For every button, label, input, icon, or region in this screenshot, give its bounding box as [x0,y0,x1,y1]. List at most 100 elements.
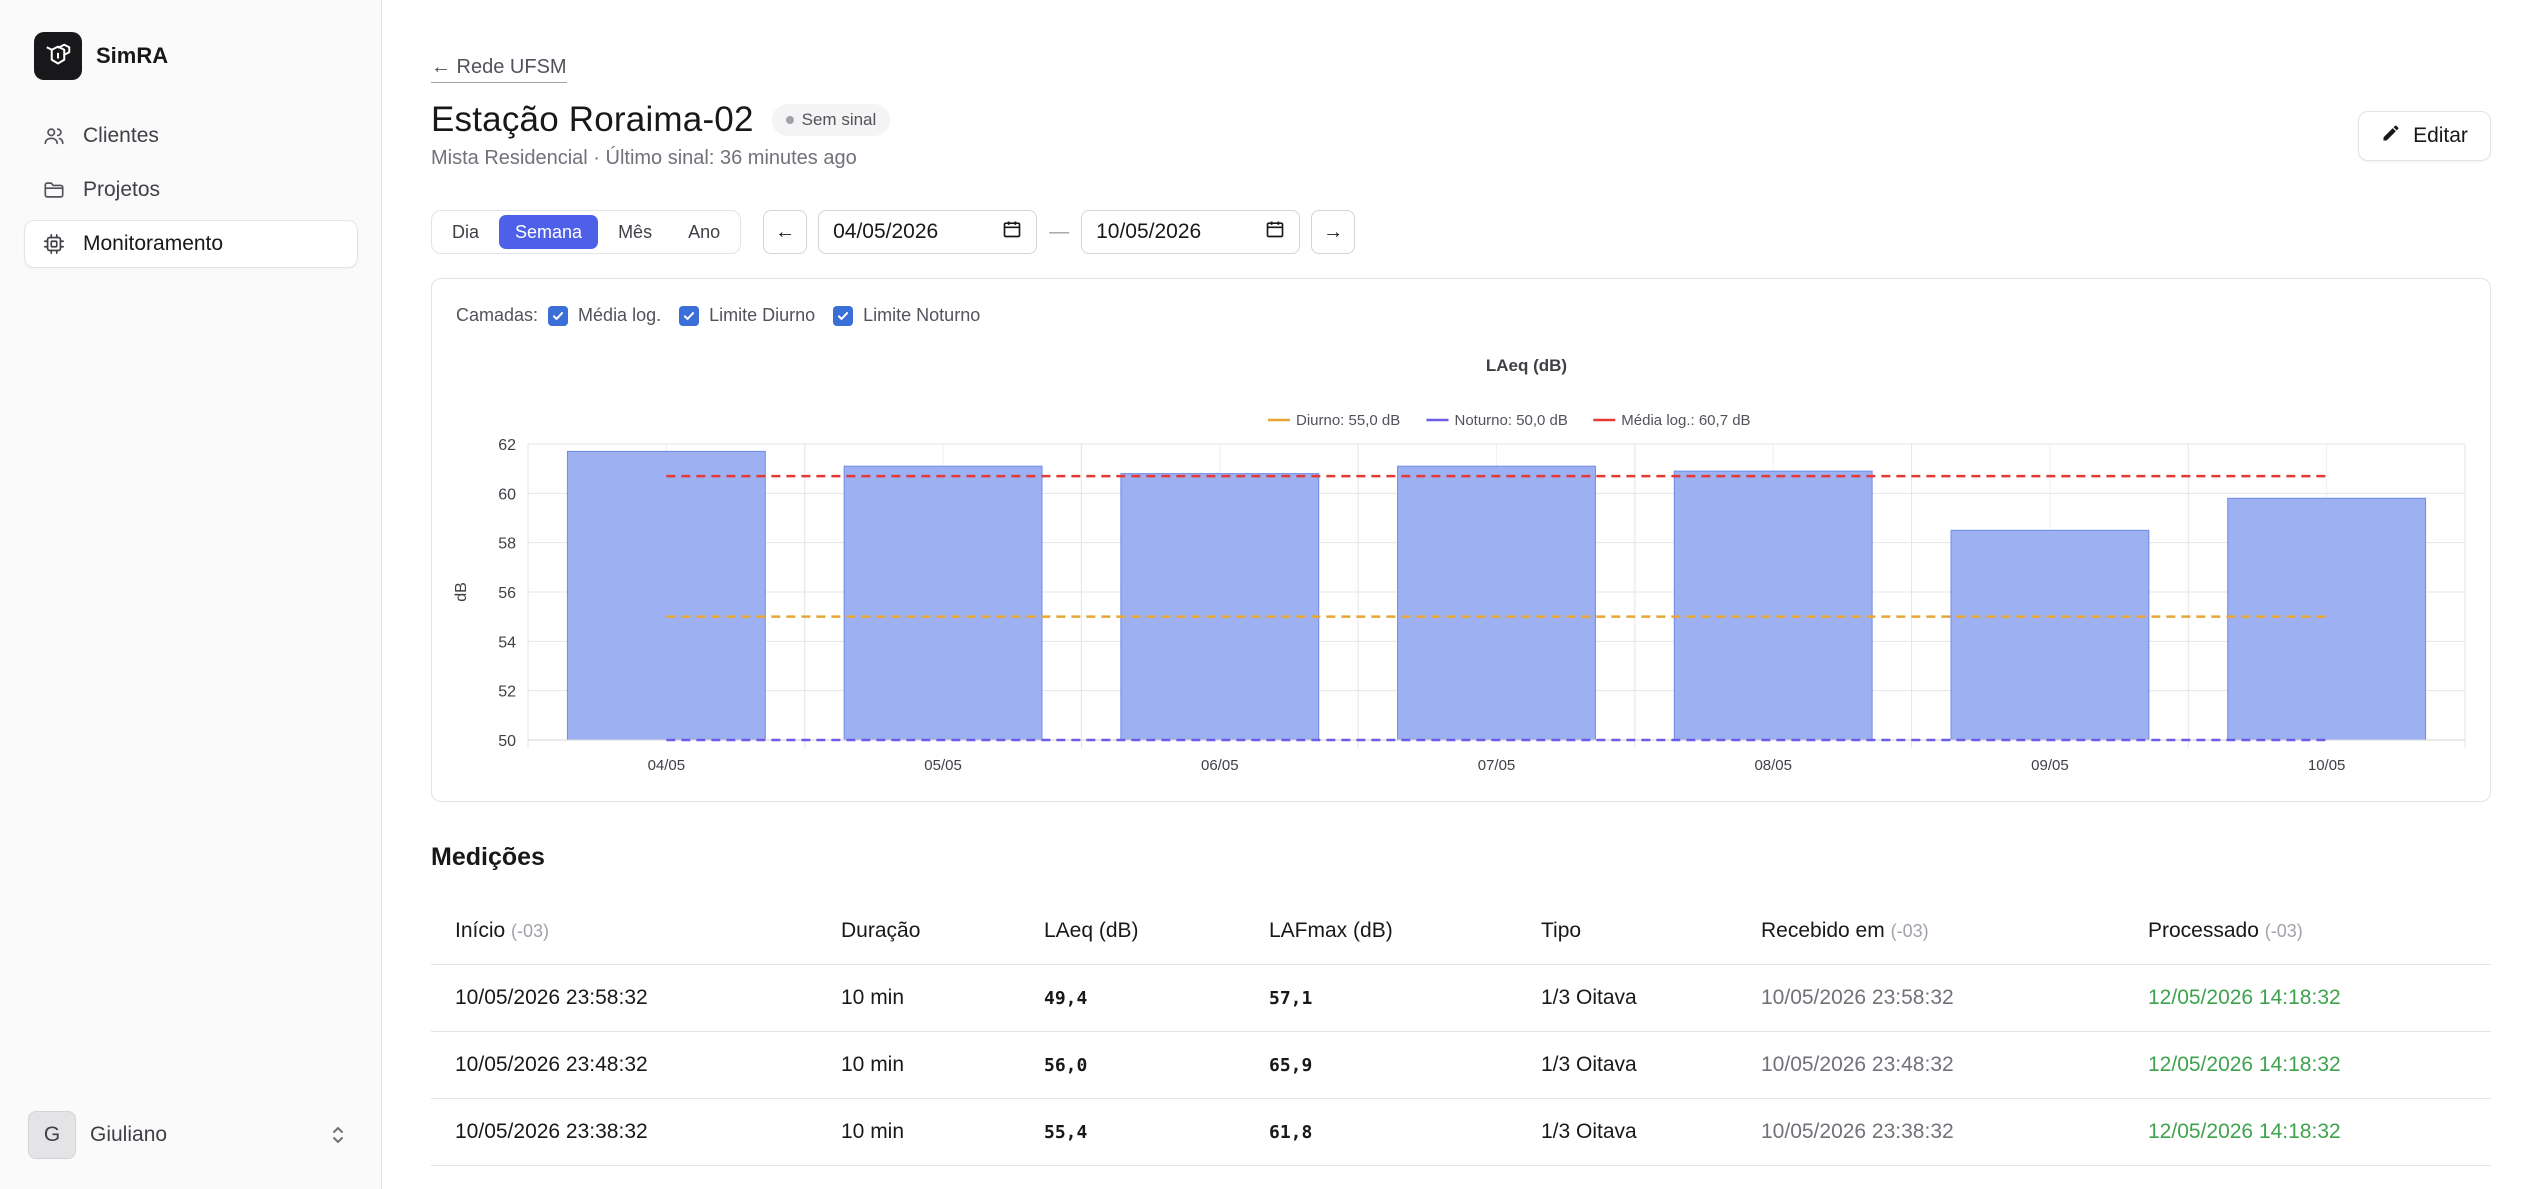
date-to-value: 10/05/2026 [1096,220,1202,243]
cell-processado: 12/05/2026 14:18:32 [2148,1120,2341,1143]
status-badge: Sem sinal [771,104,891,136]
cell-lafmax: 57,1 [1269,987,1313,1009]
arrow-left-icon: ← [775,220,796,243]
measurements-table: Início (-03) Duração LAeq (dB) LAFmax (d… [431,898,2491,1166]
user-name: Giuliano [90,1123,168,1146]
cell-recebido: 10/05/2026 23:58:32 [1761,986,1954,1009]
cell-laeq: 56,0 [1044,1054,1088,1076]
page-subtitle: Mista Residencial · Último sinal: 36 min… [431,147,857,169]
laeq-bar-chart: LAeq (dB) Diurno: 55,0 dB Noturno: 50,0 dB… [453,356,2466,774]
status-dot-icon [785,116,794,124]
period-toolbar: Dia Semana Mês Ano ← 04/05/2026 — 10/05/… [431,210,1356,254]
x-tick-label: 10/05 [2308,757,2346,774]
sidebar: SimRA Clientes Projetos Monitoramento G … [0,0,382,1189]
sidebar-item-projetos[interactable]: Projetos [24,166,358,214]
pencil-icon [2381,123,2401,149]
cell-inicio: 10/05/2026 23:58:32 [455,986,648,1009]
bar [1950,529,2150,741]
column-header[interactable]: Início (-03) [455,919,549,943]
sidebar-item-label: Projetos [83,178,161,201]
y-axis-label: dB [453,582,470,602]
cell-duracao: 10 min [841,1053,905,1076]
page-title: Estação Roraima-02 [431,100,754,139]
bar [1673,470,1873,741]
cell-laeq: 49,4 [1044,987,1088,1009]
cell-recebido: 10/05/2026 23:38:32 [1761,1120,1954,1143]
back-link[interactable]: ← Rede UFSM [431,56,567,83]
sidebar-item-monitoramento[interactable]: Monitoramento [24,220,358,268]
next-period-button[interactable]: → [1311,210,1356,254]
cell-laeq: 55,4 [1044,1121,1088,1143]
y-tick-label: 50 [498,733,516,750]
date-to-input[interactable]: 10/05/2026 [1081,210,1301,254]
legend-item: Diurno: 55,0 dB [1296,412,1400,429]
y-tick-label: 60 [498,486,516,503]
cell-recebido: 10/05/2026 23:48:32 [1761,1053,1954,1076]
x-tick-label: 07/05 [1478,757,1516,774]
table-row[interactable]: 10/05/2026 23:58:32 10 min 49,4 57,1 1/3… [431,965,2491,1032]
y-tick-label: 56 [498,585,516,602]
bar [843,465,1043,741]
column-header[interactable]: Recebido em (-03) [1761,919,1929,943]
measurements-title: Medições [431,843,545,871]
sidebar-nav: Clientes Projetos Monitoramento [24,112,358,274]
cell-processado: 12/05/2026 14:18:32 [2148,986,2341,1009]
calendar-icon [1002,219,1022,245]
date-from-input[interactable]: 04/05/2026 [818,210,1038,254]
title-row: Estação Roraima-02 Sem sinal [431,100,891,140]
cell-lafmax: 65,9 [1269,1054,1313,1076]
table-row[interactable]: 10/05/2026 23:38:32 10 min 55,4 61,8 1/3… [431,1099,2491,1166]
bar [2227,497,2427,741]
app-name: SimRA [96,43,169,68]
period-semana[interactable]: Semana [499,215,599,249]
folder-icon [43,179,65,201]
users-icon [43,125,65,147]
x-tick-label: 09/05 [2031,757,2069,774]
cell-inicio: 10/05/2026 23:38:32 [455,1120,648,1143]
cell-processado: 12/05/2026 14:18:32 [2148,1053,2341,1076]
bar [1397,465,1596,741]
x-tick-label: 05/05 [924,757,962,774]
cell-tipo: 1/3 Oitava [1541,1053,1637,1076]
period-mes[interactable]: Mês [602,215,668,249]
legend-item: Média log.: 60,7 dB [1621,412,1750,429]
x-tick-label: 06/05 [1201,757,1239,774]
column-header[interactable]: Duração [841,919,920,943]
column-header[interactable]: Processado (-03) [2148,919,2303,943]
period-segmented-control: Dia Semana Mês Ano [431,210,742,254]
column-header[interactable]: LAeq (dB) [1044,919,1139,943]
sidebar-item-label: Clientes [83,124,159,147]
bar [1120,473,1320,741]
edit-button-label: Editar [2413,124,2468,147]
logo-icon [34,32,82,80]
y-tick-label: 52 [498,684,516,701]
legend-item: Noturno: 50,0 dB [1455,412,1568,429]
calendar-icon [1265,219,1285,245]
x-tick-label: 04/05 [648,757,686,774]
cell-lafmax: 61,8 [1269,1121,1313,1143]
cell-tipo: 1/3 Oitava [1541,1120,1637,1143]
cell-duracao: 10 min [841,986,905,1009]
period-dia[interactable]: Dia [436,215,495,249]
y-tick-label: 58 [498,536,516,553]
edit-button[interactable]: Editar [2358,111,2491,161]
date-from-value: 04/05/2026 [833,220,939,243]
date-separator: — [1049,220,1070,243]
x-tick-label: 08/05 [1754,757,1792,774]
avatar: G [28,1111,76,1159]
prev-period-button[interactable]: ← [763,210,808,254]
sidebar-item-label: Monitoramento [83,232,224,255]
table-row[interactable]: 10/05/2026 23:48:32 10 min 56,0 65,9 1/3… [431,1032,2491,1099]
column-header[interactable]: Tipo [1541,919,1581,943]
sidebar-item-clientes[interactable]: Clientes [24,112,358,160]
period-ano[interactable]: Ano [672,215,736,249]
chip-icon [43,233,65,255]
table-header: Início (-03) Duração LAeq (dB) LAFmax (d… [431,898,2491,965]
chevron-up-down-icon [328,1123,348,1147]
column-header[interactable]: LAFmax (dB) [1269,919,1393,943]
bar [566,450,766,741]
user-menu[interactable]: G Giuliano [28,1111,348,1159]
arrow-right-icon: → [1323,220,1344,243]
brand[interactable]: SimRA [34,32,168,80]
cell-inicio: 10/05/2026 23:48:32 [455,1053,648,1076]
